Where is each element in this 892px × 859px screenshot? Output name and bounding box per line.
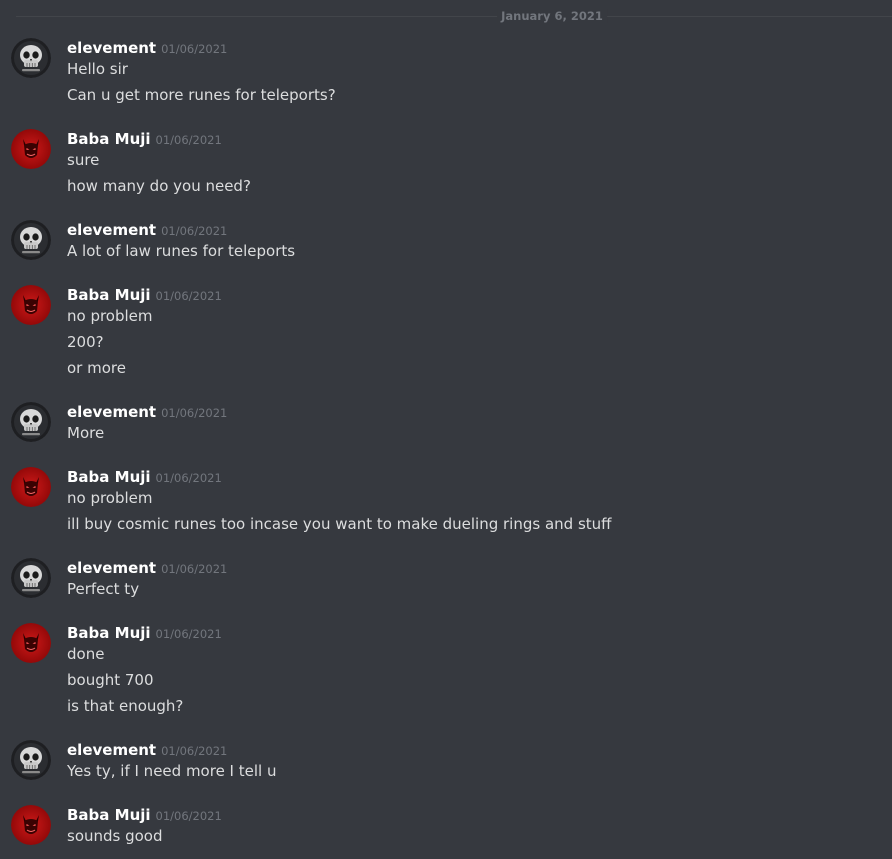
- username[interactable]: elevement: [67, 559, 156, 577]
- message-text: Yes ty, if I need more I tell u: [67, 762, 277, 780]
- username[interactable]: elevement: [67, 221, 156, 239]
- message-list: elevement 01/06/2021 Hello sir Can u get mo…: [0, 0, 892, 859]
- red-demon-avatar-icon[interactable]: [11, 805, 51, 845]
- skull-avatar-icon[interactable]: [11, 558, 51, 598]
- timestamp: 01/06/2021: [155, 289, 222, 303]
- timestamp: 01/06/2021: [155, 471, 222, 485]
- skull-avatar-icon[interactable]: [11, 38, 51, 78]
- message-text: or more: [67, 359, 126, 377]
- timestamp: 01/06/2021: [161, 562, 228, 576]
- timestamp: 01/06/2021: [161, 744, 228, 758]
- username[interactable]: elevement: [67, 403, 156, 421]
- skull-avatar-icon[interactable]: [11, 402, 51, 442]
- message-text: A lot of law runes for teleports: [67, 242, 296, 260]
- username[interactable]: Baba Muji: [67, 624, 151, 642]
- message-header: Baba Muji 01/06/2021: [67, 285, 222, 305]
- message-text: Can u get more runes for teleports?: [67, 86, 336, 104]
- message-text: Hello sir: [67, 60, 128, 78]
- timestamp: 01/06/2021: [155, 809, 222, 823]
- message-header: elevement 01/06/2021: [67, 558, 227, 578]
- message-header: elevement 01/06/2021: [67, 220, 227, 240]
- message-text: done: [67, 645, 105, 663]
- message-text: 200?: [67, 333, 104, 351]
- username[interactable]: elevement: [67, 39, 156, 57]
- timestamp: 01/06/2021: [161, 406, 228, 420]
- red-demon-avatar-icon[interactable]: [11, 623, 51, 663]
- username[interactable]: Baba Muji: [67, 130, 151, 148]
- message-text: sounds good: [67, 827, 163, 845]
- username[interactable]: Baba Muji: [67, 806, 151, 824]
- username[interactable]: Baba Muji: [67, 468, 151, 486]
- message-header: Baba Muji 01/06/2021: [67, 129, 222, 149]
- timestamp: 01/06/2021: [161, 224, 228, 238]
- red-demon-avatar-icon[interactable]: [11, 285, 51, 325]
- message-text: is that enough?: [67, 697, 184, 715]
- message-header: elevement 01/06/2021: [67, 740, 227, 760]
- message-text: no problem: [67, 307, 153, 325]
- message-text: no problem: [67, 489, 153, 507]
- message-header: elevement 01/06/2021: [67, 38, 227, 58]
- skull-avatar-icon[interactable]: [11, 740, 51, 780]
- red-demon-avatar-icon[interactable]: [11, 129, 51, 169]
- timestamp: 01/06/2021: [155, 133, 222, 147]
- message-header: Baba Muji 01/06/2021: [67, 467, 222, 487]
- timestamp: 01/06/2021: [155, 627, 222, 641]
- skull-avatar-icon[interactable]: [11, 220, 51, 260]
- message-text: how many do you need?: [67, 177, 251, 195]
- message-text: ill buy cosmic runes too incase you want…: [67, 515, 612, 533]
- message-header: Baba Muji 01/06/2021: [67, 623, 222, 643]
- timestamp: 01/06/2021: [161, 42, 228, 56]
- message-text: More: [67, 424, 105, 442]
- username[interactable]: elevement: [67, 741, 156, 759]
- message-text: bought 700: [67, 671, 154, 689]
- message-text: Perfect ty: [67, 580, 140, 598]
- red-demon-avatar-icon[interactable]: [11, 467, 51, 507]
- message-header: Baba Muji 01/06/2021: [67, 805, 222, 825]
- message-text: sure: [67, 151, 100, 169]
- message-header: elevement 01/06/2021: [67, 402, 227, 422]
- username[interactable]: Baba Muji: [67, 286, 151, 304]
